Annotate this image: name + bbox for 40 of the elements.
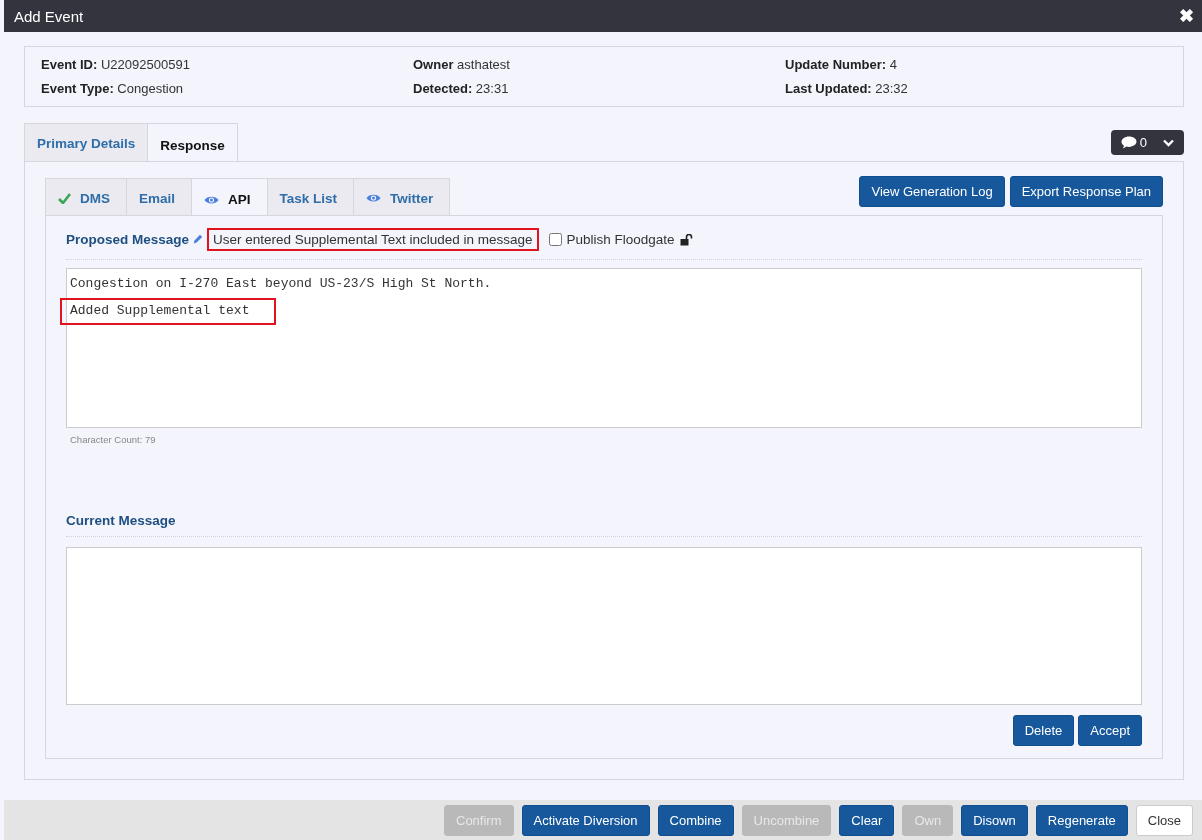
publish-checkbox[interactable] (548, 233, 562, 246)
toolbar-button[interactable]: View Generation Log (859, 176, 1005, 207)
info-field: Detected: 23:31 (413, 81, 785, 96)
section-heading: Proposed Message (66, 232, 190, 247)
info-field: Last Updated: 23:32 (785, 81, 1167, 96)
footer-button[interactable]: Close (1135, 804, 1193, 836)
pencil-icon (193, 234, 204, 245)
footer-button[interactable]: Clear (839, 804, 895, 836)
tab[interactable]: Email (126, 178, 193, 216)
window-title: Add Event (14, 7, 84, 25)
eye-icon (204, 194, 220, 205)
checkbox-label: Publish Floodgate (566, 232, 675, 247)
info-field: Update Number: 4 (785, 57, 1167, 72)
footer-button[interactable]: Combine (657, 804, 734, 836)
tab[interactable]: Response (147, 123, 238, 162)
message-button[interactable]: Delete (1012, 715, 1075, 746)
toolbar-button[interactable]: Export Response Plan (1009, 176, 1163, 207)
message-button[interactable]: Accept (1078, 715, 1142, 746)
unlocked-padlock-icon (679, 233, 693, 246)
info-field: Event ID: U22092500591 (41, 57, 413, 72)
chevron-down-icon (1163, 138, 1174, 147)
close-icon[interactable]: ✖ (1179, 5, 1194, 27)
section-heading: Current Message (66, 513, 176, 528)
tab[interactable]: Twitter (353, 178, 451, 216)
eye-icon (366, 193, 382, 203)
footer-button[interactable]: Regenerate (1035, 804, 1128, 836)
info-field: Event Type: Congestion (41, 81, 413, 96)
footer-button[interactable]: Activate Diversion (521, 804, 650, 836)
tab[interactable]: Primary Details (24, 123, 149, 162)
tab[interactable]: DMS (45, 178, 127, 216)
message-line: Congestion on I-270 East beyond US-23/S High St North. (69, 275, 493, 293)
supplemental-note: User entered Supplemental Text included in message (207, 228, 539, 251)
tab[interactable]: Task List (266, 178, 355, 216)
speech-bubble-icon (1120, 136, 1137, 149)
check-icon (58, 192, 71, 204)
footer-button[interactable]: Disown (961, 804, 1028, 836)
character-count: Character Count: 79 (70, 434, 157, 445)
info-field: Owner asthatest (413, 57, 785, 72)
comments-button[interactable]: 0 (1110, 130, 1184, 155)
current-message-field[interactable] (66, 547, 1142, 705)
